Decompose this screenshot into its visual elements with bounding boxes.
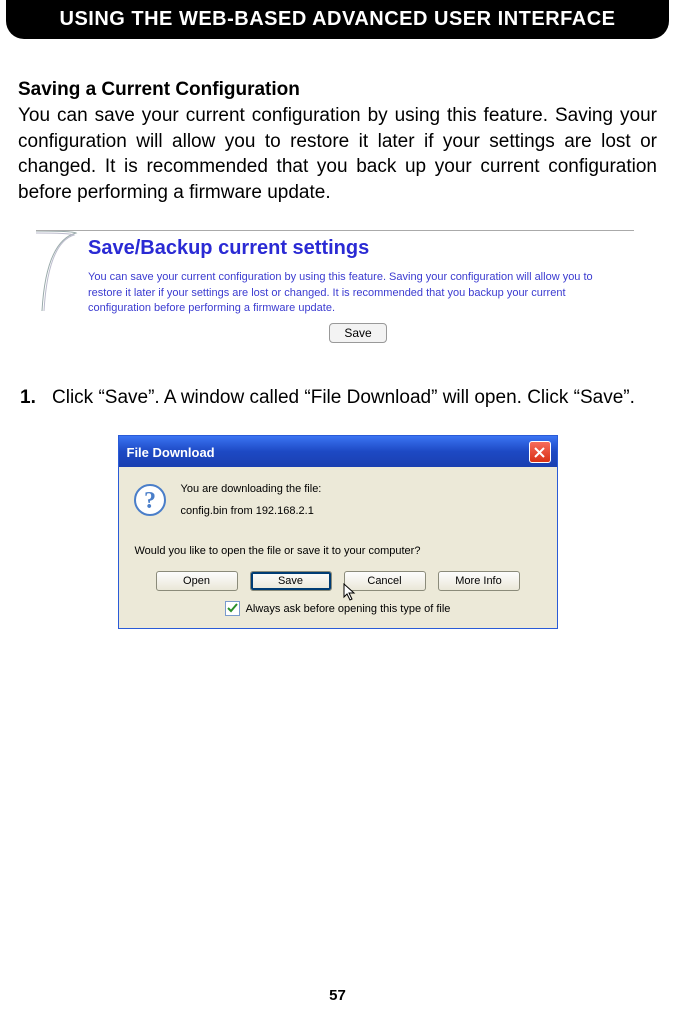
panel-content: Save/Backup current settings You can sav… (36, 231, 634, 344)
dialog-text: You are downloading the file: config.bin… (181, 483, 322, 527)
step-number: 1. (20, 387, 52, 409)
download-line2: config.bin from 192.168.2.1 (181, 505, 322, 517)
page-number: 57 (0, 987, 675, 1004)
dialog-buttons: Open Save Cancel More Info (133, 571, 543, 591)
question-icon: ? (133, 483, 167, 520)
page-header: USING THE WEB-BASED ADVANCED USER INTERF… (6, 0, 669, 39)
page-content: Saving a Current Configuration You can s… (0, 39, 675, 629)
settings-panel: Save/Backup current settings You can sav… (36, 230, 634, 344)
svg-text:?: ? (144, 488, 156, 514)
header-title: USING THE WEB-BASED ADVANCED USER INTERF… (60, 8, 616, 30)
more-info-button[interactable]: More Info (438, 571, 520, 591)
panel-button-row: Save (88, 323, 628, 343)
panel-text: You can save your current configuration … (88, 270, 628, 318)
dialog-title: File Download (127, 445, 215, 460)
section-body: You can save your current configuration … (18, 103, 657, 206)
dialog-body: ? You are downloading the file: config.b… (119, 467, 557, 628)
dialog-checkbox-row: Always ask before opening this type of f… (133, 601, 543, 616)
cancel-button[interactable]: Cancel (344, 571, 426, 591)
save-button[interactable]: Save (250, 571, 332, 591)
panel-curve-graphic (36, 231, 80, 311)
section-title: Saving a Current Configuration (18, 79, 657, 101)
close-icon[interactable] (529, 441, 551, 463)
panel-save-button[interactable]: Save (329, 323, 386, 343)
panel-heading: Save/Backup current settings (88, 237, 628, 260)
download-line1: You are downloading the file: (181, 483, 322, 495)
always-ask-checkbox[interactable] (225, 601, 240, 616)
open-button[interactable]: Open (156, 571, 238, 591)
file-download-dialog: File Download ? You are downloading the … (118, 435, 558, 629)
checkbox-label: Always ask before opening this type of f… (246, 603, 451, 615)
dialog-question: Would you like to open the file or save … (133, 545, 543, 557)
step-text: Click “Save”. A window called “File Down… (52, 387, 635, 409)
dialog-titlebar: File Download (119, 436, 557, 467)
step-1: 1. Click “Save”. A window called “File D… (18, 387, 657, 409)
